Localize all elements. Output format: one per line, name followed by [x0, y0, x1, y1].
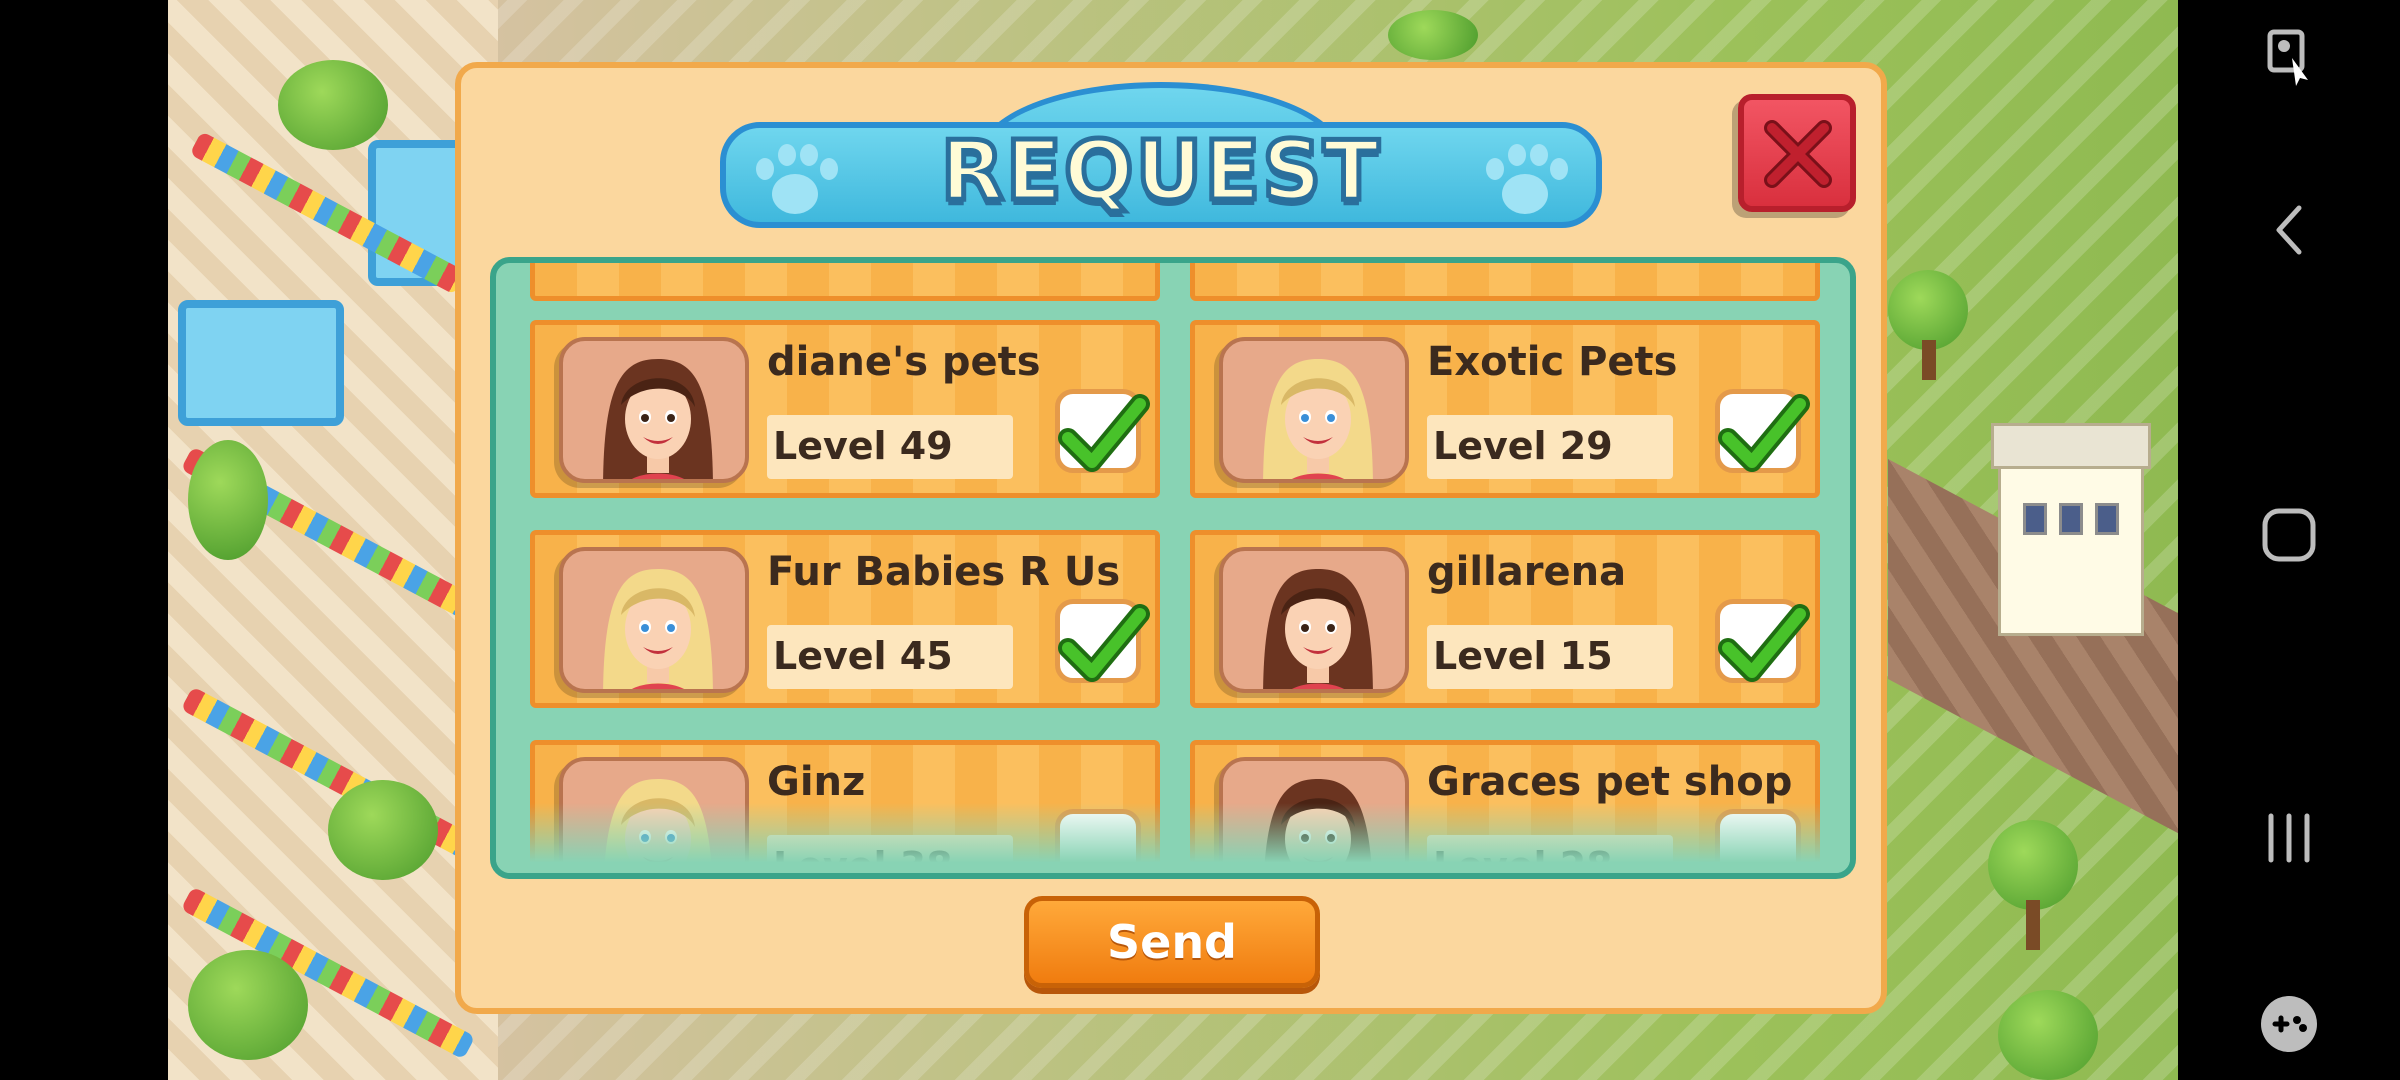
person-avatar-icon — [1264, 779, 1372, 873]
friend-avatar — [559, 547, 749, 693]
tree — [188, 440, 268, 560]
friend-avatar — [1219, 337, 1409, 483]
level-box: Level 29 — [1427, 415, 1673, 479]
tree — [1988, 820, 2078, 910]
neighbor-house — [1991, 423, 2151, 636]
back-icon — [2276, 205, 2302, 255]
friend-avatar — [1219, 757, 1409, 873]
friend-card[interactable]: gillarena Level 15 — [1190, 530, 1820, 708]
send-button-label: Send — [1106, 915, 1237, 969]
tree — [1388, 10, 1478, 60]
select-checkbox[interactable] — [1715, 389, 1810, 473]
friend-avatar — [559, 337, 749, 483]
select-checkbox[interactable] — [1055, 389, 1150, 473]
person-avatar-icon — [1263, 359, 1373, 479]
title-banner: REQUEST — [720, 82, 1602, 232]
send-button[interactable]: Send — [1024, 896, 1320, 988]
person-avatar-icon — [603, 569, 713, 689]
friend-list[interactable]: diane's pets Level 49 Exotic Pets Level … — [490, 257, 1856, 879]
friend-name: Fur Babies R Us — [767, 549, 1121, 595]
select-checkbox[interactable] — [1715, 599, 1810, 683]
friend-avatar — [559, 757, 749, 873]
tree — [188, 950, 308, 1060]
checkmark-icon — [1058, 604, 1150, 682]
checkmark-icon — [1058, 394, 1150, 472]
recents-button[interactable] — [2178, 808, 2400, 872]
person-avatar-icon — [604, 779, 712, 873]
friend-card[interactable]: Ginz Level 38 — [530, 740, 1160, 879]
friend-card[interactable]: Fur Babies R Us Level 45 — [530, 530, 1160, 708]
checkmark-icon — [1718, 604, 1810, 682]
friend-level: Level 45 — [773, 634, 953, 678]
tree — [278, 60, 388, 150]
friend-name: Graces pet shop — [1427, 759, 1793, 805]
system-nav-bar — [2178, 0, 2400, 1080]
friend-level: Level 28 — [1433, 844, 1613, 879]
friend-level: Level 15 — [1433, 634, 1613, 678]
pet-pool — [178, 300, 344, 426]
tree — [1888, 270, 1968, 350]
screenshot-edit-icon — [2267, 29, 2308, 86]
tree — [328, 780, 438, 880]
level-box: Level 28 — [1427, 835, 1673, 879]
friend-name: gillarena — [1427, 549, 1627, 595]
checkmark-icon — [1718, 394, 1810, 472]
friend-name: Ginz — [767, 759, 866, 805]
person-avatar-icon — [1263, 569, 1373, 689]
game-tools-button[interactable] — [2178, 992, 2400, 1060]
dialog-title: REQUEST — [938, 122, 1382, 222]
friend-card-partial — [1190, 263, 1820, 301]
level-box: Level 45 — [767, 625, 1013, 689]
home-button[interactable] — [2178, 505, 2400, 569]
friend-card[interactable]: Exotic Pets Level 29 — [1190, 320, 1820, 498]
close-icon — [1764, 120, 1832, 188]
friend-card[interactable]: Graces pet shop Level 28 — [1190, 740, 1820, 879]
level-box: Level 49 — [767, 415, 1013, 479]
level-box: Level 15 — [1427, 625, 1673, 689]
select-checkbox[interactable] — [1055, 599, 1150, 683]
game-tools-icon — [2261, 996, 2317, 1052]
person-avatar-icon — [603, 359, 713, 479]
screenshot-edit-button[interactable] — [2178, 28, 2400, 92]
recents-icon — [2268, 813, 2310, 863]
tree-trunk — [1922, 340, 1936, 380]
home-icon — [2262, 508, 2316, 562]
friend-avatar — [1219, 547, 1409, 693]
friend-name: diane's pets — [767, 339, 1041, 385]
friend-card[interactable]: diane's pets Level 49 — [530, 320, 1160, 498]
select-checkbox[interactable] — [1055, 809, 1141, 873]
close-button[interactable] — [1738, 94, 1856, 212]
friend-level: Level 29 — [1433, 424, 1613, 468]
friend-card-partial — [530, 263, 1160, 301]
select-checkbox[interactable] — [1715, 809, 1801, 873]
friend-level: Level 49 — [773, 424, 953, 468]
tree — [1998, 990, 2098, 1080]
tree-trunk — [2026, 900, 2040, 950]
level-box: Level 38 — [767, 835, 1013, 879]
back-button[interactable] — [2178, 200, 2400, 264]
friend-name: Exotic Pets — [1427, 339, 1678, 385]
friend-level: Level 38 — [773, 844, 953, 879]
